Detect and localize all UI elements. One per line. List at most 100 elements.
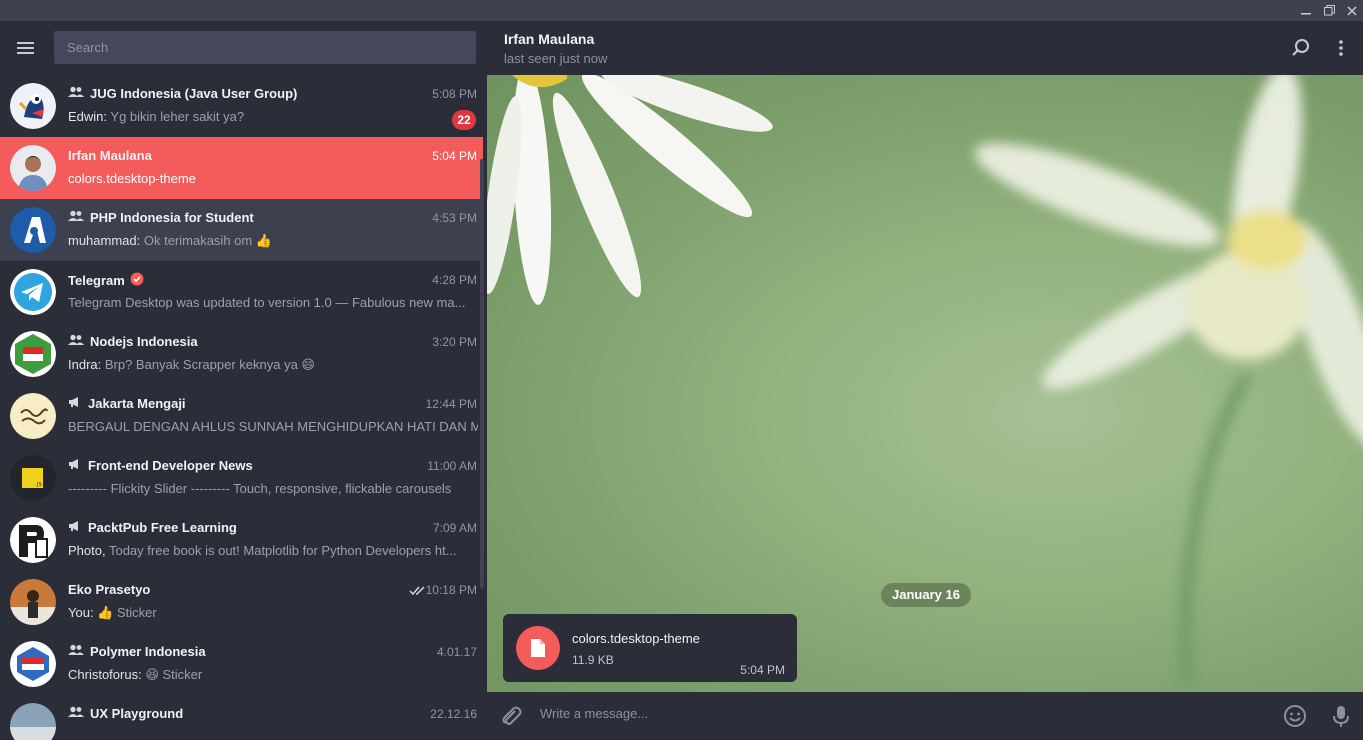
chat-item[interactable]: JS Front-end Developer News 11:00 AM ---…	[0, 447, 483, 509]
avatar	[10, 207, 56, 253]
chat-item[interactable]: Nodejs Indonesia 3:20 PM Indra: Brp? Ban…	[0, 323, 483, 385]
group-icon	[68, 706, 84, 721]
preview-sender: Indra:	[68, 357, 102, 372]
preview-text: Ok terimakasih om 👍	[140, 233, 273, 248]
verified-icon	[130, 272, 144, 289]
channel-icon	[68, 458, 82, 473]
avatar	[10, 517, 56, 563]
chat-preview: You: 👍 Sticker	[68, 605, 478, 621]
search-input[interactable]: Search	[54, 31, 476, 64]
chat-item[interactable]: UX Playground 22.12.16	[0, 695, 483, 740]
chat-preview: Indra: Brp? Banyak Scrapper keknya ya 😄	[68, 357, 478, 373]
preview-text: BERGAUL DENGAN AHLUS SUNNAH MENGHIDUPKAN…	[68, 419, 478, 434]
preview-sender: Photo,	[68, 543, 106, 558]
chat-name: Jakarta Mengaji	[68, 396, 186, 411]
chat-preview: BERGAUL DENGAN AHLUS SUNNAH MENGHIDUPKAN…	[68, 419, 478, 434]
chat-item[interactable]: Jakarta Mengaji 12:44 PM BERGAUL DENGAN …	[0, 385, 483, 447]
preview-sender: You:	[68, 605, 94, 620]
message-input[interactable]: Write a message...	[540, 706, 648, 721]
hamburger-menu-icon[interactable]	[15, 39, 37, 57]
emoji-icon[interactable]	[1283, 704, 1307, 728]
unread-badge: 22	[452, 110, 476, 130]
preview-text: Today free book is out! Matplotlib for P…	[105, 543, 457, 558]
chat-time: 10:18 PM	[425, 583, 477, 597]
search-icon[interactable]	[1289, 36, 1313, 60]
preview-text: 😆 Sticker	[141, 667, 203, 682]
chat-time: 4:28 PM	[432, 273, 477, 287]
conversation-header: Irfan Maulana last seen just now	[487, 21, 1363, 75]
avatar	[10, 331, 56, 377]
preview-sender: Edwin:	[68, 109, 108, 124]
preview-text: --------- Flickity Slider --------- Touc…	[68, 481, 452, 496]
preview-text: colors.tdesktop-theme	[68, 171, 196, 186]
avatar	[10, 393, 56, 439]
dialogs-header: Search	[0, 21, 487, 75]
channel-icon	[68, 520, 82, 535]
chat-name: Polymer Indonesia	[68, 644, 206, 659]
message-time: 5:04 PM	[740, 663, 785, 677]
attach-icon[interactable]	[499, 704, 523, 728]
chat-time: 5:08 PM	[432, 87, 477, 101]
avatar: JS	[10, 455, 56, 501]
chat-name: PHP Indonesia for Student	[68, 210, 254, 225]
chat-name: Nodejs Indonesia	[68, 334, 198, 349]
close-icon[interactable]	[1342, 2, 1362, 19]
chat-preview: muhammad: Ok terimakasih om 👍	[68, 233, 478, 249]
chat-item[interactable]: Irfan Maulana 5:04 PM colors.tdesktop-th…	[0, 137, 483, 199]
double-check-icon	[409, 583, 427, 601]
file-message-bubble[interactable]: colors.tdesktop-theme 11.9 KB 5:04 PM	[503, 614, 797, 682]
restore-icon[interactable]	[1319, 2, 1339, 19]
chat-name: Telegram	[68, 272, 144, 289]
file-name: colors.tdesktop-theme	[572, 631, 700, 646]
dialogs-panel: Search JUG Indonesia (Java User Group) 5…	[0, 21, 487, 740]
chat-name: Front-end Developer News	[68, 458, 253, 473]
chat-name: Irfan Maulana	[68, 148, 152, 163]
chat-list-scrollbar[interactable]	[480, 159, 484, 589]
preview-sender: muhammad:	[68, 233, 141, 248]
avatar	[10, 269, 56, 315]
chat-preview: Telegram Desktop was updated to version …	[68, 295, 478, 310]
file-icon[interactable]	[516, 626, 560, 670]
chat-time: 11:00 AM	[427, 459, 477, 473]
avatar	[10, 145, 56, 191]
chat-time: 4:53 PM	[432, 211, 477, 225]
chat-time: 22.12.16	[430, 707, 477, 721]
group-icon	[68, 86, 84, 101]
chat-time: 3:20 PM	[432, 335, 477, 349]
avatar	[10, 83, 56, 129]
group-icon	[68, 210, 84, 225]
chat-time: 4.01.17	[436, 645, 477, 659]
more-options-icon[interactable]	[1329, 36, 1353, 60]
preview-text: Telegram Desktop was updated to version …	[68, 295, 466, 310]
group-icon	[68, 644, 84, 659]
chat-name: PacktPub Free Learning	[68, 520, 237, 535]
chat-preview: --------- Flickity Slider --------- Touc…	[68, 481, 478, 496]
date-separator: January 16	[881, 583, 971, 607]
microphone-icon[interactable]	[1329, 704, 1353, 728]
chat-item[interactable]: Telegram 4:28 PM Telegram Desktop was up…	[0, 261, 483, 323]
chat-time: 12:44 PM	[425, 397, 477, 411]
svg-text:JS: JS	[36, 482, 42, 488]
chat-time: 7:09 AM	[432, 521, 477, 535]
preview-text: Yg bikin leher sakit ya?	[107, 109, 245, 124]
chat-item[interactable]: PHP Indonesia for Student 4:53 PM muhamm…	[0, 199, 483, 261]
chat-item[interactable]: Polymer Indonesia 4.01.17 Christoforus: …	[0, 633, 483, 695]
avatar	[10, 641, 56, 687]
chat-preview: colors.tdesktop-theme	[68, 171, 478, 186]
chat-item[interactable]: JUG Indonesia (Java User Group) 5:08 PM …	[0, 75, 483, 137]
minimize-icon[interactable]	[1296, 2, 1316, 19]
chat-preview: Edwin: Yg bikin leher sakit ya?	[68, 109, 478, 124]
preview-sender: Christoforus:	[68, 667, 142, 682]
message-composer: Write a message...	[487, 692, 1363, 740]
window-title-bar	[0, 0, 1363, 21]
group-icon	[68, 334, 84, 349]
chat-time: 5:04 PM	[432, 149, 477, 163]
preview-text: 👍 Sticker	[93, 605, 157, 620]
chat-name: UX Playground	[68, 706, 183, 721]
chat-wallpaper: January 16 colors.tdesktop-theme 11.9 KB…	[487, 75, 1363, 692]
avatar	[10, 579, 56, 625]
peer-name[interactable]: Irfan Maulana	[504, 31, 594, 47]
chat-item[interactable]: Eko Prasetyo 10:18 PM You: 👍 Sticker	[0, 571, 483, 633]
chat-name: JUG Indonesia (Java User Group)	[68, 86, 297, 101]
chat-item[interactable]: PacktPub Free Learning 7:09 AM Photo, To…	[0, 509, 483, 571]
